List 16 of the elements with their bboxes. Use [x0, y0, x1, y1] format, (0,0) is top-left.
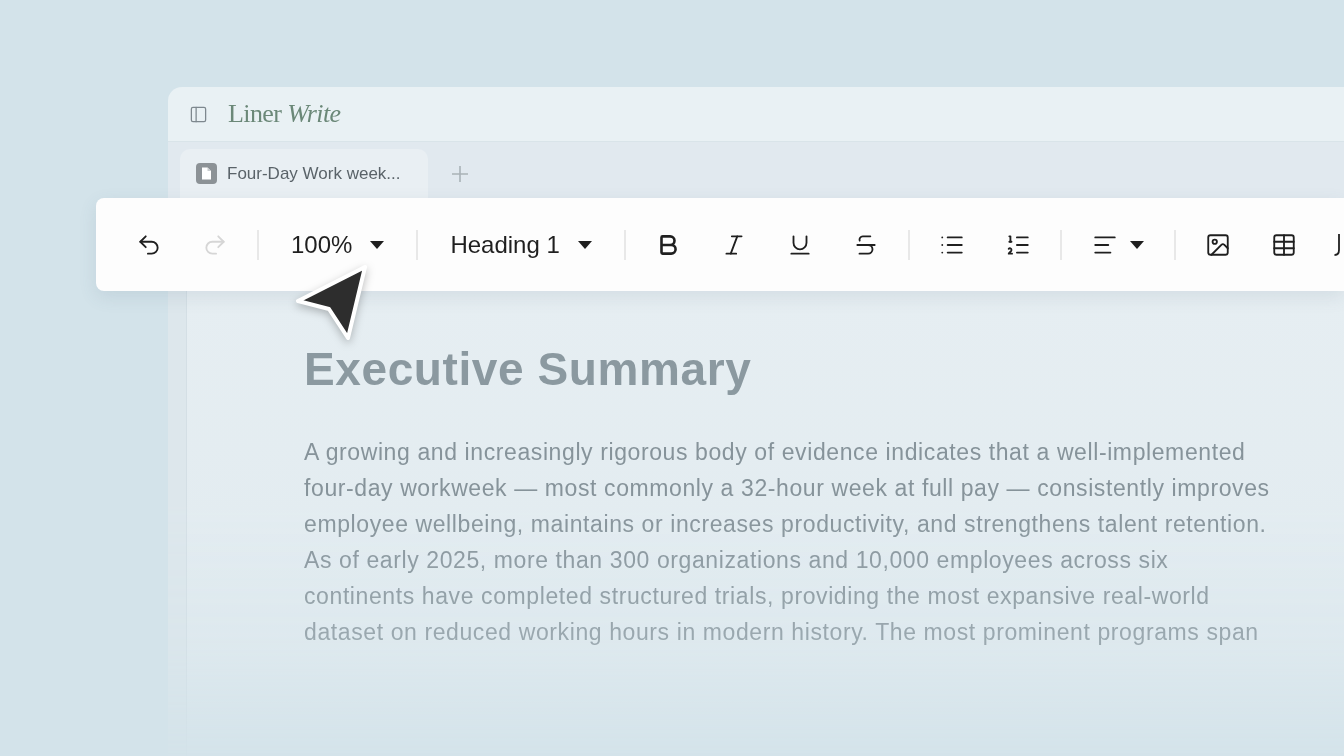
table-icon — [1270, 231, 1297, 258]
block-style-dropdown[interactable]: Heading 1 — [438, 222, 604, 267]
document-tab[interactable]: Four-Day Work week... — [180, 149, 428, 198]
caret-icon — [370, 240, 385, 249]
caret-icon — [577, 240, 592, 249]
plus-icon — [452, 165, 468, 182]
document-heading: Executive Summary — [304, 342, 753, 397]
zoom-dropdown[interactable]: 100% — [279, 222, 397, 267]
sidebar-icon — [188, 104, 208, 124]
app-logo: Liner Write — [228, 99, 341, 129]
cut-off-icon[interactable] — [1332, 231, 1340, 258]
document-paragraph: A growing and increasingly rigorous body of evidence indicates that a well-implemented four-day workweek — most commonly a 32-hour week at full pay — consistently improves employee wellbeing, maintains or increases productivity, and strengthens talent retention. As of early 2025, more than 300 organizations and 10,000 employees across six continents have completed structured trials, providing the most expansive real-world dataset on reduced working hours in modern history. The most prominent programs span — [304, 438, 1271, 647]
caret-icon — [1129, 240, 1144, 249]
tab-title: Four-Day Work week... — [227, 163, 401, 184]
image-icon — [1204, 231, 1231, 258]
document-icon — [196, 163, 217, 184]
